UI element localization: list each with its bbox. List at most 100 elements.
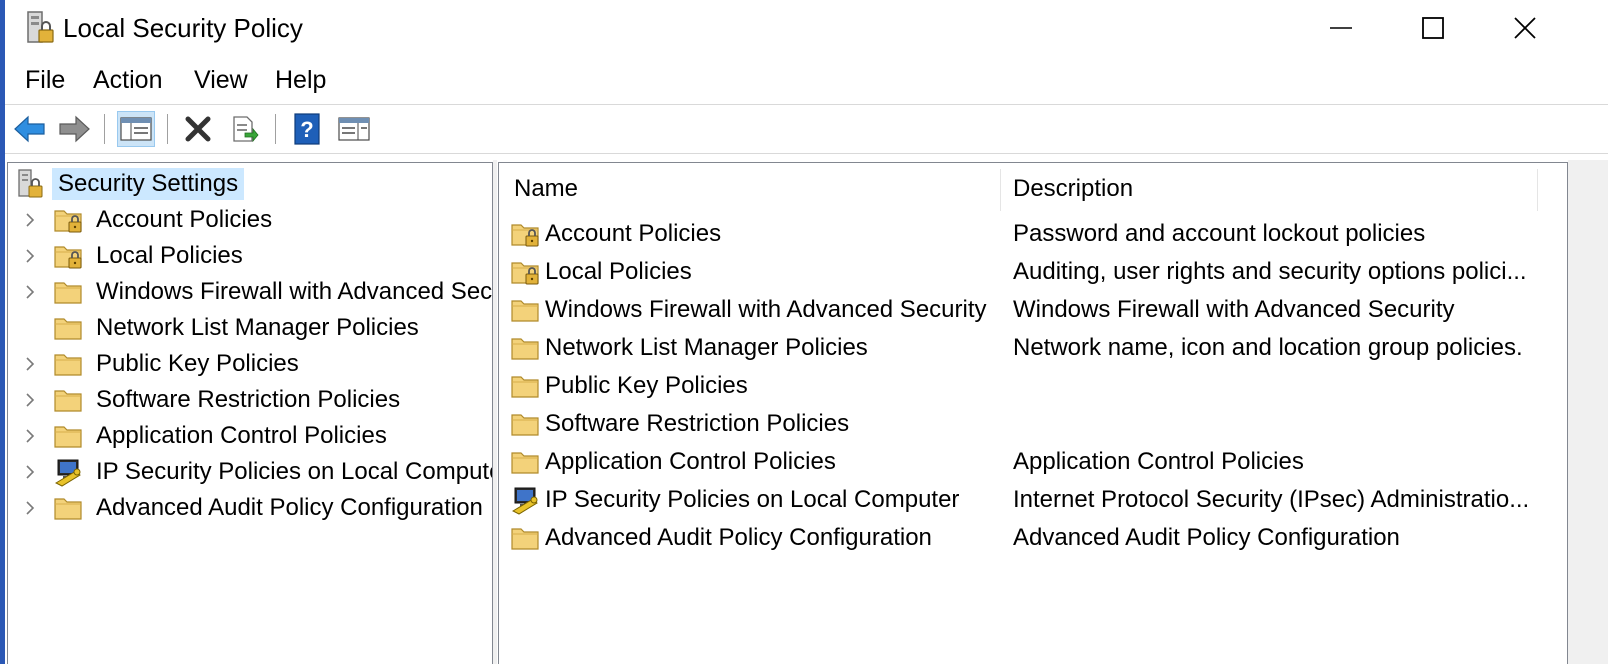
folder-icon (52, 312, 86, 344)
folder-icon (52, 276, 86, 308)
folder-lock-icon (509, 256, 543, 288)
list-row[interactable]: Application Control Policies Application … (499, 443, 1567, 481)
list-row[interactable]: IP Security Policies on Local Computer In… (499, 481, 1567, 519)
column-header-description[interactable]: Description (1013, 163, 1133, 215)
maximize-icon (1422, 16, 1444, 39)
folder-icon (52, 348, 86, 380)
security-policy-app-icon (24, 10, 58, 46)
toolbar-separator (275, 114, 276, 144)
folder-icon (52, 492, 86, 524)
console-tree-pane: Security Settings Account Policies Local … (7, 162, 493, 664)
list-row[interactable]: Software Restriction Policies (499, 405, 1567, 443)
forward-button[interactable] (55, 111, 93, 147)
list-item-description: Network name, icon and location group po… (1013, 334, 1523, 361)
tree-item-label: Software Restriction Policies (96, 386, 401, 413)
tree-item[interactable]: IP Security Policies on Local Compute (20, 454, 493, 490)
tree-root-label: Security Settings (52, 168, 245, 200)
tree-item-label: Windows Firewall with Advanced Secu (96, 278, 493, 305)
chevron-right-icon[interactable] (20, 490, 40, 526)
list-item-description: Application Control Policies (1013, 448, 1304, 475)
list-item-description: Internet Protocol Security (IPsec) Admin… (1013, 486, 1530, 513)
title-bar: Local Security Policy (5, 0, 1608, 55)
show-hide-console-tree-button[interactable] (117, 111, 155, 147)
folder-icon (509, 370, 543, 402)
chevron-right-icon[interactable] (20, 346, 40, 382)
tree-item-label: Local Policies (96, 242, 243, 269)
minimize-button[interactable] (1295, 0, 1387, 55)
list-row[interactable]: Public Key Policies (499, 367, 1567, 405)
folder-lock-icon (52, 240, 86, 272)
menu-help[interactable]: Help (275, 66, 326, 95)
tree-item[interactable]: Advanced Audit Policy Configuration (20, 490, 483, 526)
folder-lock-icon (509, 218, 543, 250)
list-row[interactable]: Advanced Audit Policy Configuration Advan… (499, 519, 1567, 557)
properties-view-icon (338, 117, 370, 141)
tree-item[interactable]: Windows Firewall with Advanced Secu (20, 274, 493, 310)
list-row[interactable]: Local Policies Auditing, user rights and … (499, 253, 1567, 291)
security-settings-icon (14, 168, 48, 200)
pane-splitter[interactable] (493, 160, 497, 664)
tree-item[interactable]: Software Restriction Policies (20, 382, 400, 418)
chevron-right-icon[interactable] (20, 382, 40, 418)
column-divider[interactable] (1537, 169, 1538, 211)
tree-item[interactable]: Account Policies (20, 202, 272, 238)
chevron-right-icon[interactable] (20, 274, 40, 310)
back-button[interactable] (11, 111, 49, 147)
list-item-description: Advanced Audit Policy Configuration (1013, 524, 1400, 551)
delete-button[interactable] (179, 111, 217, 147)
menu-action[interactable]: Action (93, 66, 162, 95)
list-item-name: IP Security Policies on Local Computer (545, 486, 960, 513)
list-row[interactable]: Windows Firewall with Advanced Security W… (499, 291, 1567, 329)
list-item-name: Public Key Policies (545, 372, 748, 399)
minimize-icon (1330, 26, 1352, 29)
folder-icon (509, 446, 543, 478)
tree-item[interactable]: Local Policies (20, 238, 243, 274)
show-hide-console-tree-icon (120, 117, 152, 141)
chevron-right-icon[interactable] (20, 454, 40, 490)
window-right-margin (1568, 160, 1608, 664)
close-button[interactable] (1479, 0, 1571, 55)
forward-icon (59, 115, 90, 143)
list-row[interactable]: Account Policies Password and account loc… (499, 215, 1567, 253)
local-security-policy-window: Local Security Policy File Action View H… (0, 0, 1608, 664)
toolbar: ? (5, 104, 1608, 154)
tree-item-label: Network List Manager Policies (96, 314, 419, 341)
tree-root-security-settings[interactable]: Security Settings (14, 166, 245, 202)
export-list-icon (233, 116, 259, 143)
properties-view-button[interactable] (335, 111, 373, 147)
chevron-right-icon[interactable] (20, 202, 40, 238)
tree-item[interactable]: Public Key Policies (20, 346, 299, 382)
delete-icon (185, 116, 211, 142)
folder-icon (52, 420, 86, 452)
menu-file[interactable]: File (25, 66, 65, 95)
tree-item[interactable]: Application Control Policies (20, 418, 387, 454)
tree-item-label: Account Policies (96, 206, 273, 233)
folder-icon (509, 294, 543, 326)
toolbar-separator (167, 114, 168, 144)
tree-item-label: Advanced Audit Policy Configuration (96, 494, 483, 521)
list-item-name: Advanced Audit Policy Configuration (545, 524, 932, 551)
list-row[interactable]: Network List Manager Policies Network nam… (499, 329, 1567, 367)
list-item-name: Software Restriction Policies (545, 410, 850, 437)
tree-item-label: IP Security Policies on Local Compute (96, 458, 493, 485)
tree-item-label: Public Key Policies (96, 350, 299, 377)
folder-icon (509, 522, 543, 554)
export-list-button[interactable] (225, 111, 263, 147)
menu-view[interactable]: View (194, 66, 248, 95)
chevron-right-icon[interactable] (20, 418, 40, 454)
folder-icon (509, 408, 543, 440)
tree-item[interactable]: Network List Manager Policies (20, 310, 419, 346)
window-title: Local Security Policy (63, 13, 303, 43)
help-button[interactable]: ? (288, 111, 326, 147)
chevron-right-icon[interactable] (20, 238, 40, 274)
list-item-name: Application Control Policies (545, 448, 836, 475)
list-item-description: Windows Firewall with Advanced Security (1013, 296, 1455, 323)
column-divider[interactable] (1000, 169, 1001, 211)
column-header-name[interactable]: Name (514, 163, 578, 215)
maximize-button[interactable] (1387, 0, 1479, 55)
list-item-description: Password and account lockout policies (1013, 220, 1426, 247)
tree-item-label: Application Control Policies (96, 422, 387, 449)
list-item-name: Account Policies (545, 220, 722, 247)
close-icon (1514, 16, 1536, 39)
list-item-name: Local Policies (545, 258, 692, 285)
